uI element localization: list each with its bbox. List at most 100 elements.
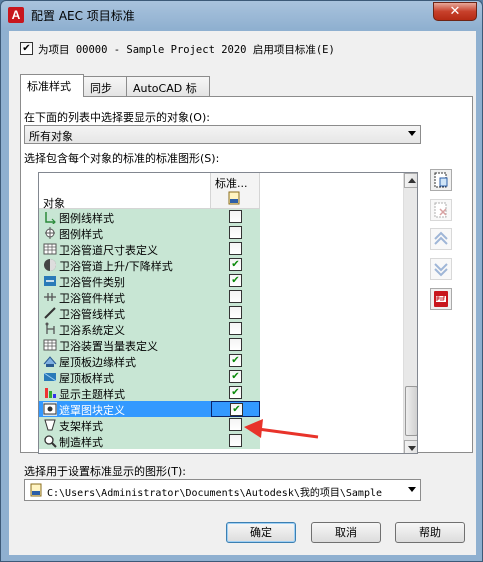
grid-row[interactable]: 遮罩图块定义 bbox=[39, 401, 403, 417]
fitting-icon bbox=[44, 293, 56, 301]
row-object-cell[interactable]: 屋顶板样式 bbox=[39, 369, 211, 385]
standard-checkbox[interactable] bbox=[229, 354, 242, 367]
row-standard-cell[interactable] bbox=[211, 225, 260, 241]
row-object-cell[interactable]: 支架样式 bbox=[39, 417, 211, 433]
tab-synchronize[interactable]: 同步 bbox=[83, 76, 127, 96]
standard-checkbox[interactable] bbox=[229, 306, 242, 319]
row-label: 卫浴管线样式 bbox=[59, 308, 125, 321]
standards-grid[interactable]: 对象 标准... 图例线样式图例样式卫浴管道尺寸表定义卫浴管道上升/下降样式卫浴… bbox=[38, 172, 418, 454]
objects-dropdown-value: 所有对象 bbox=[29, 130, 73, 143]
row-object-cell[interactable]: 卫浴管件类别 bbox=[39, 273, 211, 289]
standard-checkbox[interactable] bbox=[229, 434, 242, 447]
pdf-button[interactable] bbox=[430, 288, 452, 310]
scroll-thumb[interactable] bbox=[405, 386, 417, 436]
grid-row[interactable]: 卫浴系统定义 bbox=[39, 321, 403, 337]
grid-row[interactable]: 支架样式 bbox=[39, 417, 403, 433]
grid-row[interactable]: 图例线样式 bbox=[39, 209, 403, 225]
grid-row[interactable]: 屋顶板样式 bbox=[39, 369, 403, 385]
grid-row[interactable]: 制造样式 bbox=[39, 433, 403, 449]
row-object-cell[interactable]: 卫浴系统定义 bbox=[39, 321, 211, 337]
standard-checkbox[interactable] bbox=[229, 210, 242, 223]
row-standard-cell[interactable] bbox=[211, 257, 260, 273]
row-object-cell[interactable]: 卫浴装置当量表定义 bbox=[39, 337, 211, 353]
add-drawing-button[interactable] bbox=[430, 169, 452, 191]
standard-checkbox[interactable] bbox=[229, 274, 242, 287]
window-title: 配置 AEC 项目标准 bbox=[31, 9, 135, 23]
row-standard-cell[interactable] bbox=[211, 241, 260, 257]
row-standard-cell[interactable] bbox=[211, 385, 260, 401]
grid-row[interactable]: 卫浴管道尺寸表定义 bbox=[39, 241, 403, 257]
row-standard-cell[interactable] bbox=[211, 273, 260, 289]
standard-checkbox[interactable] bbox=[229, 338, 242, 351]
move-up-button[interactable] bbox=[430, 228, 452, 250]
enable-standards-checkbox[interactable] bbox=[20, 42, 33, 55]
standard-checkbox[interactable] bbox=[229, 258, 242, 271]
chevron-down-icon bbox=[408, 487, 416, 492]
objects-dropdown[interactable]: 所有对象 bbox=[24, 125, 421, 144]
row-standard-cell[interactable] bbox=[211, 417, 260, 433]
row-label: 卫浴管道上升/下降样式 bbox=[59, 260, 173, 273]
column-header-object[interactable]: 对象 bbox=[39, 173, 211, 210]
row-object-cell[interactable]: 卫浴管道尺寸表定义 bbox=[39, 241, 211, 257]
row-object-cell[interactable]: 显示主题样式 bbox=[39, 385, 211, 401]
row-standard-cell[interactable] bbox=[211, 401, 260, 417]
standard-checkbox[interactable] bbox=[229, 290, 242, 303]
row-standard-cell[interactable] bbox=[211, 321, 260, 337]
grid-row[interactable]: 图例样式 bbox=[39, 225, 403, 241]
move-down-button[interactable] bbox=[430, 258, 452, 280]
column-header-standard[interactable]: 标准... bbox=[211, 173, 260, 209]
row-object-cell[interactable]: 卫浴管道上升/下降样式 bbox=[39, 257, 211, 273]
close-button[interactable]: ✕ bbox=[433, 2, 477, 21]
standard-checkbox[interactable] bbox=[230, 403, 243, 416]
grid-row[interactable]: 卫浴装置当量表定义 bbox=[39, 337, 403, 353]
grid-row[interactable]: 卫浴管道上升/下降样式 bbox=[39, 257, 403, 273]
legend-line-icon bbox=[45, 212, 56, 224]
row-label: 卫浴系统定义 bbox=[59, 324, 125, 337]
grid-row[interactable]: 卫浴管件样式 bbox=[39, 289, 403, 305]
grid-row[interactable]: 卫浴管件类别 bbox=[39, 273, 403, 289]
standard-checkbox[interactable] bbox=[229, 370, 242, 383]
display-drawing-label: 选择用于设置标准显示的图形(T): bbox=[24, 465, 187, 478]
standard-checkbox[interactable] bbox=[229, 226, 242, 239]
standard-checkbox[interactable] bbox=[229, 386, 242, 399]
row-object-cell[interactable]: 遮罩图块定义 bbox=[39, 401, 211, 417]
row-standard-cell[interactable] bbox=[211, 369, 260, 385]
row-object-cell[interactable]: 制造样式 bbox=[39, 433, 211, 449]
row-label: 卫浴装置当量表定义 bbox=[59, 340, 158, 353]
scroll-up-button[interactable] bbox=[404, 173, 417, 188]
display-drawing-path: C:\Users\Administrator\Documents\Autodes… bbox=[47, 488, 383, 499]
tab-autocad-standards[interactable]: AutoCAD 标准 bbox=[126, 76, 210, 111]
row-object-cell[interactable]: 图例线样式 bbox=[39, 209, 211, 225]
grid-row[interactable]: 卫浴管线样式 bbox=[39, 305, 403, 321]
tab-standard-styles[interactable]: 标准样式 bbox=[20, 74, 84, 97]
title-bar[interactable]: A 配置 AEC 项目标准 ✕ bbox=[1, 1, 482, 29]
mask-block-icon bbox=[43, 402, 57, 416]
grid-row[interactable]: 显示主题样式 bbox=[39, 385, 403, 401]
grid-row[interactable]: 屋顶板边缘样式 bbox=[39, 353, 403, 369]
vertical-scrollbar[interactable] bbox=[403, 173, 417, 453]
row-object-cell[interactable]: 图例样式 bbox=[39, 225, 211, 241]
standard-checkbox[interactable] bbox=[229, 322, 242, 335]
row-object-cell[interactable]: 卫浴管线样式 bbox=[39, 305, 211, 321]
row-label: 显示主题样式 bbox=[59, 388, 125, 401]
row-standard-cell[interactable] bbox=[211, 353, 260, 369]
cancel-button[interactable]: 取消 bbox=[311, 522, 381, 543]
row-standard-cell[interactable] bbox=[211, 433, 260, 449]
standard-checkbox[interactable] bbox=[229, 242, 242, 255]
row-standard-cell[interactable] bbox=[211, 337, 260, 353]
display-drawing-dropdown[interactable]: C:\Users\Administrator\Documents\Autodes… bbox=[24, 479, 421, 501]
scroll-down-button[interactable] bbox=[404, 440, 417, 453]
standard-checkbox[interactable] bbox=[229, 418, 242, 431]
help-button[interactable]: 帮助 bbox=[395, 522, 465, 543]
row-object-cell[interactable]: 卫浴管件样式 bbox=[39, 289, 211, 305]
remove-drawing-button[interactable] bbox=[430, 199, 452, 221]
row-standard-cell[interactable] bbox=[211, 305, 260, 321]
ok-button[interactable]: 确定 bbox=[226, 522, 296, 543]
row-label: 图例样式 bbox=[59, 228, 103, 241]
remove-file-icon bbox=[434, 202, 447, 218]
row-standard-cell[interactable] bbox=[211, 289, 260, 305]
support-icon bbox=[44, 419, 56, 431]
row-standard-cell[interactable] bbox=[211, 209, 260, 225]
row-object-cell[interactable]: 屋顶板边缘样式 bbox=[39, 353, 211, 369]
row-label: 屋顶板边缘样式 bbox=[59, 356, 136, 369]
